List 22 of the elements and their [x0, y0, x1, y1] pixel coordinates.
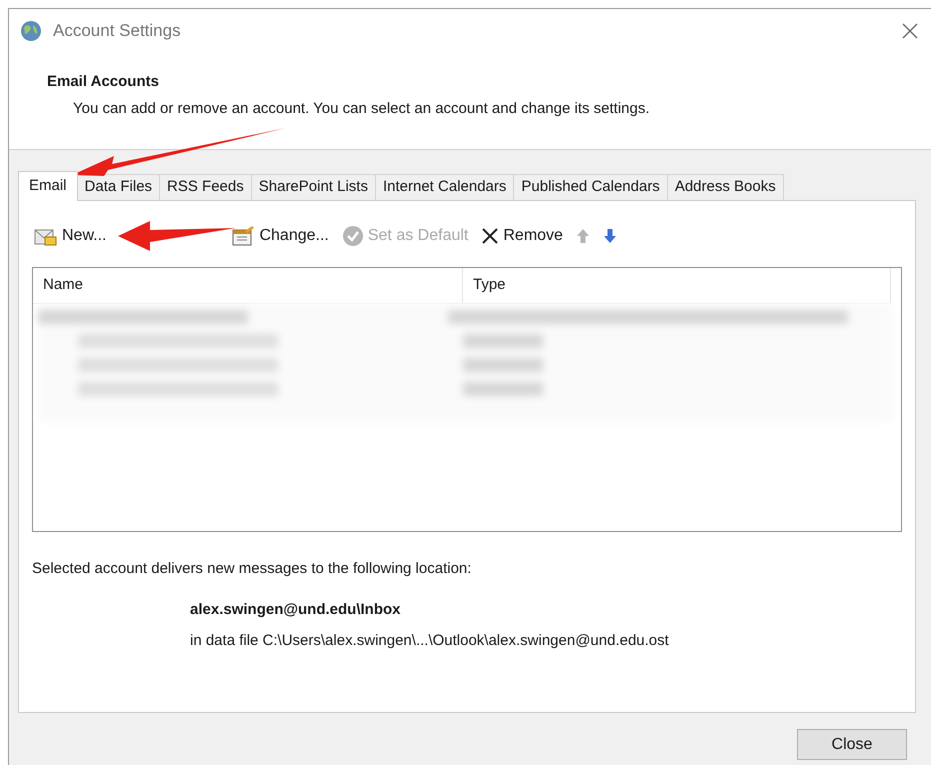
location-intro: Selected account delivers new messages to the following location: — [32, 559, 472, 579]
column-header[interactable]: Type — [463, 268, 891, 303]
up-arrow-icon — [576, 228, 590, 244]
globe-icon — [19, 19, 43, 43]
data-file-path: in data file C:\Users\alex.swingen\...\Outlook\alex.swingen@und.edu.ost — [190, 631, 669, 651]
tab[interactable]: Address Books — [666, 174, 784, 200]
close-button[interactable]: Close — [797, 729, 907, 760]
section-description: You can add or remove an account. You can select an account and change its settings. — [73, 98, 650, 118]
new-toolbar-button[interactable]: New... — [32, 224, 106, 248]
down-arrow-icon — [602, 228, 617, 244]
calendar-icon — [231, 225, 256, 247]
section-title: Email Accounts — [47, 72, 159, 92]
tab[interactable]: Email — [18, 171, 78, 201]
check-circle-icon — [342, 225, 364, 247]
change-toolbar-button[interactable]: Change... — [231, 224, 329, 248]
inbox-path: alex.swingen@und.edu\Inbox — [190, 600, 400, 620]
window-title: Account Settings — [53, 20, 181, 42]
column-header[interactable]: Name — [33, 268, 463, 303]
close-icon[interactable] — [902, 23, 918, 39]
down-toolbar-button[interactable] — [602, 228, 617, 244]
remove-toolbar-button[interactable]: Remove — [481, 224, 563, 248]
close-icon — [481, 227, 500, 245]
